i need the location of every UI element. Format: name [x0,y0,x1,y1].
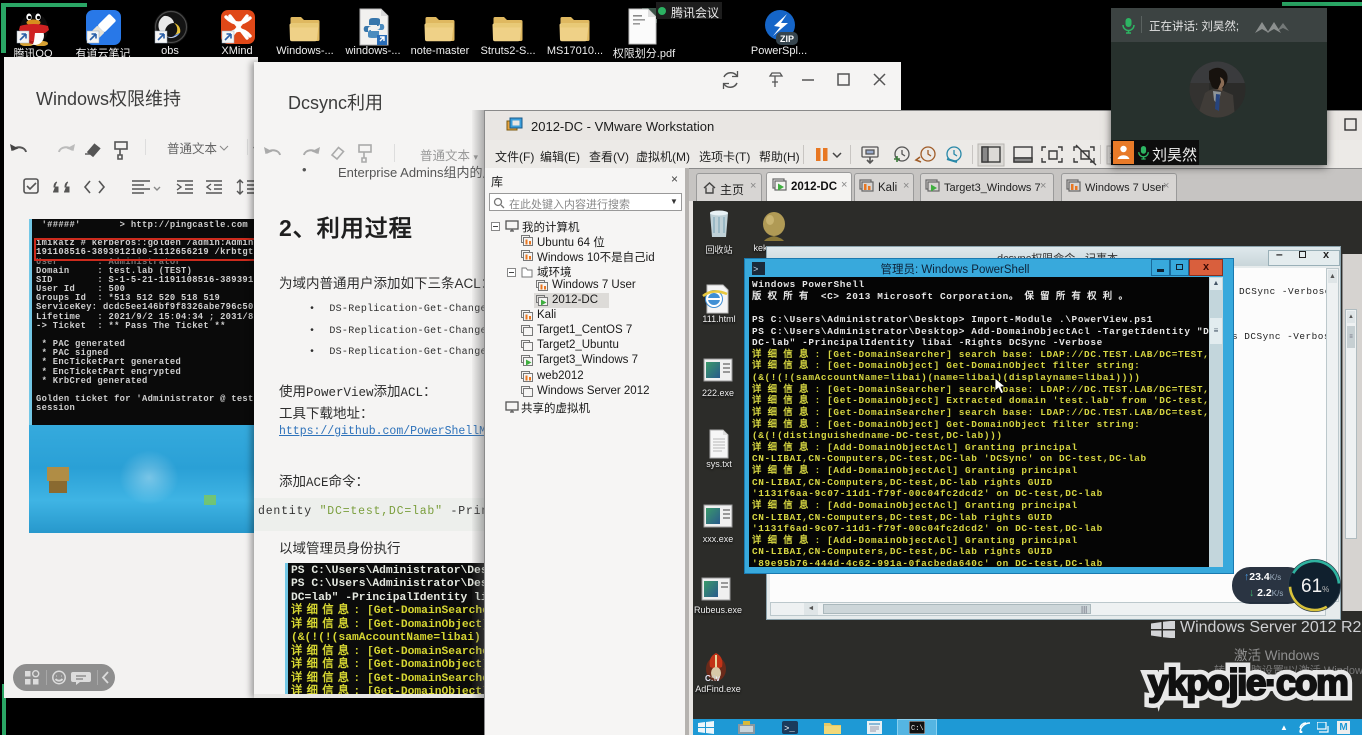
svg-text:>_: >_ [784,724,795,734]
svg-text:ZIP: ZIP [780,34,794,44]
svg-text:C:\v: C:\v [705,674,721,683]
svg-text:普通文本: 普通文本 [167,141,218,156]
svg-text:C:\: C:\ [911,725,924,733]
